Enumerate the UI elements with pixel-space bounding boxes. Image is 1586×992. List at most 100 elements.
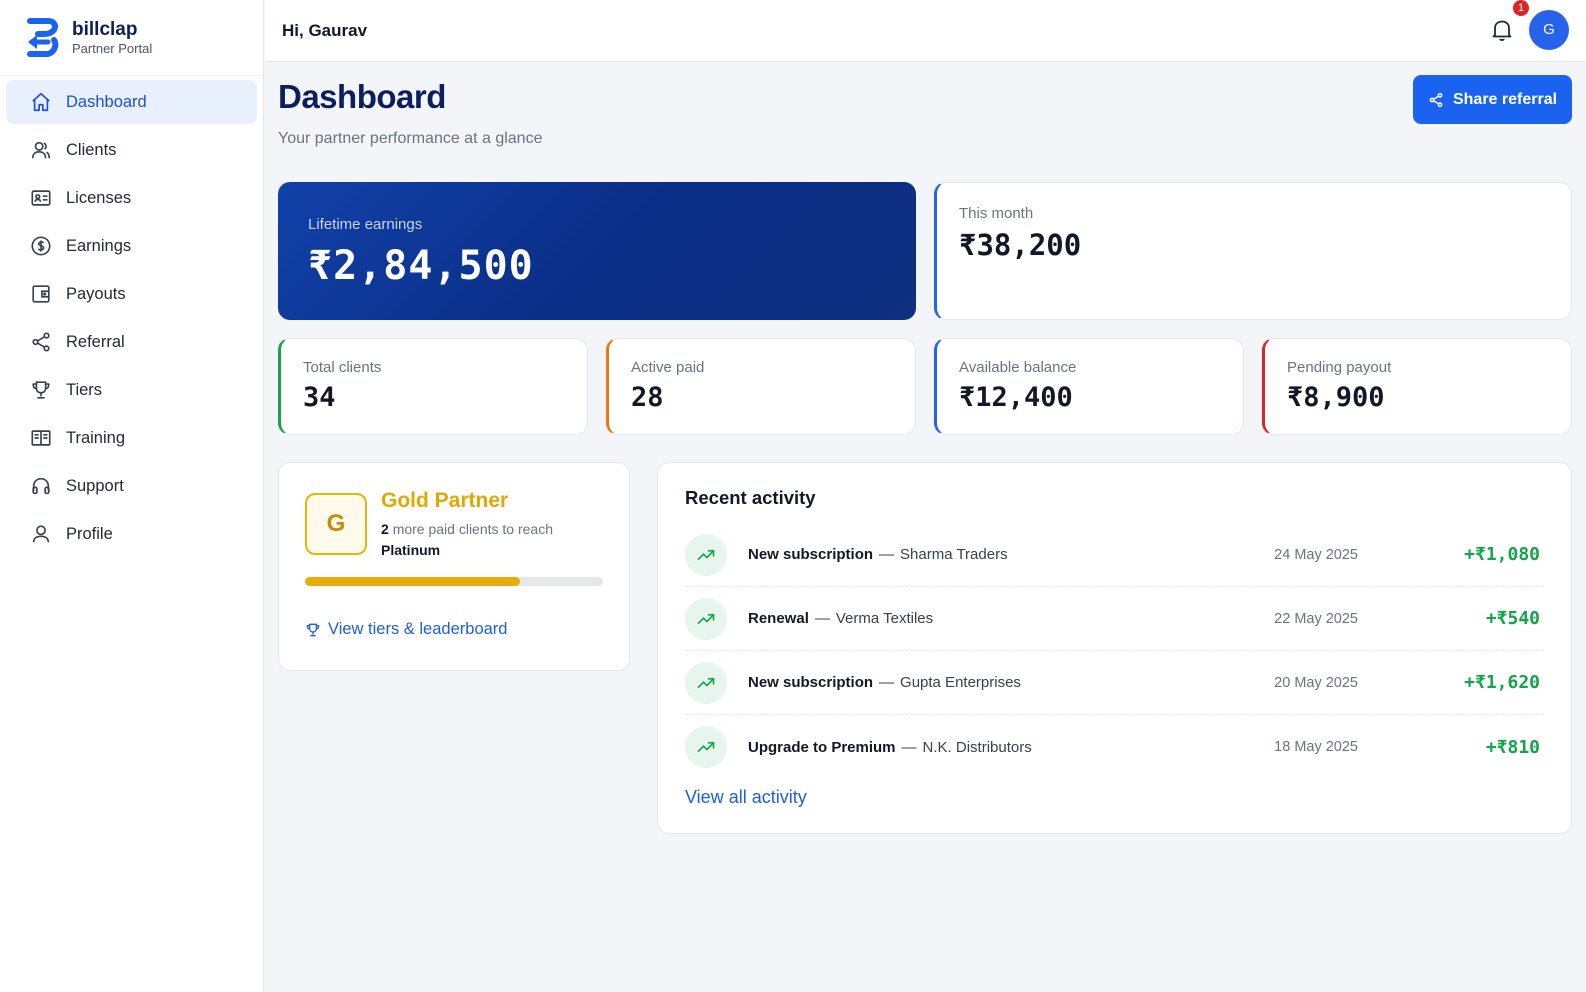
recent-activity-card: Recent activity New subscription — Sharm… — [657, 462, 1572, 834]
wallet-icon — [30, 283, 52, 305]
available-balance-card: Available balance ₹12,400 — [934, 338, 1244, 435]
lifetime-earnings-value: ₹2,84,500 — [308, 243, 534, 289]
activity-type: New subscription — [748, 546, 874, 563]
stat-label: Active paid — [631, 359, 705, 376]
users-icon — [30, 139, 52, 161]
activity-list: New subscription — Sharma Traders 24 May… — [685, 523, 1544, 779]
avatar[interactable]: G — [1529, 10, 1569, 50]
sidebar-item-referral[interactable]: Referral — [6, 320, 257, 364]
stat-value: ₹8,900 — [1287, 382, 1385, 413]
sidebar-item-label: Dashboard — [66, 92, 147, 111]
sidebar-item-label: Licenses — [66, 188, 132, 207]
activity-type: Renewal — [748, 610, 809, 627]
brand-subtitle: Partner Portal — [72, 40, 153, 56]
trending-up-icon — [685, 597, 727, 640]
activity-amount: +₹810 — [1485, 736, 1540, 758]
trophy-icon — [30, 379, 52, 401]
lifetime-earnings-label: Lifetime earnings — [308, 216, 423, 233]
stat-value: 28 — [631, 382, 664, 413]
trophy-icon — [306, 623, 320, 636]
trending-up-icon — [685, 533, 727, 576]
clients-needed: 2 — [381, 521, 389, 537]
sidebar-item-licenses[interactable]: Licenses — [6, 176, 257, 220]
sidebar-item-label: Earnings — [66, 236, 132, 255]
tier-name: Gold Partner — [381, 489, 509, 512]
activity-amount: +₹1,620 — [1464, 672, 1540, 693]
sidebar-item-dashboard[interactable]: Dashboard — [6, 80, 257, 124]
activity-separator: — — [814, 610, 830, 627]
brand-name: billclap — [72, 18, 138, 40]
sidebar-item-label: Training — [66, 428, 125, 447]
sidebar-item-earnings[interactable]: Earnings — [6, 224, 257, 268]
sidebar-nav: Dashboard Clients Licenses Earnings Payo… — [0, 76, 263, 564]
trending-up-icon — [685, 661, 727, 704]
activity-date: 18 May 2025 — [1274, 739, 1358, 755]
dollar-circle-icon — [30, 235, 52, 257]
topbar: Hi, Gaurav — [265, 0, 1586, 62]
activity-separator: — — [879, 674, 895, 691]
trending-up-icon — [685, 726, 727, 768]
sidebar-item-profile[interactable]: Profile — [6, 512, 257, 556]
billclap-logo-icon — [27, 17, 59, 57]
sidebar-item-training[interactable]: Training — [6, 416, 257, 460]
this-month-value: ₹38,200 — [959, 228, 1082, 262]
activity-separator: — — [901, 738, 917, 756]
view-tiers-label: View tiers & leaderboard — [328, 620, 508, 638]
share-icon — [30, 331, 52, 353]
activity-row[interactable]: Upgrade to Premium — N.K. Distributors 1… — [685, 715, 1544, 779]
recent-activity-title: Recent activity — [685, 487, 816, 508]
pending-payout-card: Pending payout ₹8,900 — [1262, 338, 1572, 435]
sidebar-item-label: Referral — [66, 332, 125, 351]
view-tiers-link[interactable]: View tiers & leaderboard — [305, 620, 507, 639]
total-clients-card: Total clients 34 — [278, 338, 588, 435]
share-icon — [1429, 92, 1443, 107]
sidebar-item-label: Support — [66, 476, 124, 495]
stat-label: Pending payout — [1287, 359, 1392, 376]
page-subtitle: Your partner performance at a glance — [278, 130, 543, 147]
view-all-activity-link[interactable]: View all activity — [685, 787, 807, 808]
share-referral-button[interactable]: Share referral — [1413, 75, 1572, 124]
tier-progress-rest: more paid clients to reach — [392, 521, 553, 537]
headphones-icon — [30, 475, 52, 497]
activity-row[interactable]: New subscription — Sharma Traders 24 May… — [685, 523, 1544, 587]
activity-row[interactable]: Renewal — Verma Textiles 22 May 2025 +₹5… — [685, 587, 1544, 651]
activity-type: New subscription — [748, 674, 874, 691]
activity-row[interactable]: New subscription — Gupta Enterprises 20 … — [685, 651, 1544, 715]
book-open-icon — [30, 427, 52, 449]
stat-label: Total clients — [303, 359, 382, 376]
greeting: Hi, Gaurav — [282, 20, 368, 40]
sidebar-item-payouts[interactable]: Payouts — [6, 272, 257, 316]
activity-amount: +₹1,080 — [1464, 544, 1540, 565]
this-month-card: This month ₹38,200 — [934, 182, 1572, 320]
sidebar-item-tiers[interactable]: Tiers — [6, 368, 257, 412]
stat-value: 34 — [303, 382, 336, 413]
share-referral-label: Share referral — [1452, 90, 1558, 108]
sidebar-item-clients[interactable]: Clients — [6, 128, 257, 172]
tier-badge: G — [305, 493, 367, 555]
activity-type: Upgrade to Premium — [748, 738, 896, 756]
home-icon — [30, 91, 52, 113]
activity-amount: +₹540 — [1485, 608, 1540, 629]
activity-client: Verma Textiles — [835, 610, 934, 627]
tier-progress-text: 2 more paid clients to reach — [381, 521, 553, 537]
activity-date: 20 May 2025 — [1274, 674, 1358, 691]
activity-client: Gupta Enterprises — [900, 674, 1021, 691]
activity-date: 22 May 2025 — [1274, 610, 1358, 627]
activity-client: N.K. Distributors — [922, 738, 1032, 756]
this-month-label: This month — [959, 205, 1034, 222]
sidebar-item-label: Profile — [66, 524, 113, 543]
activity-separator: — — [879, 546, 895, 563]
id-card-icon — [30, 187, 52, 209]
lifetime-earnings-card: Lifetime earnings ₹2,84,500 — [278, 182, 916, 320]
stat-label: Available balance — [959, 359, 1077, 376]
notification-badge: 1 — [1513, 0, 1529, 16]
next-tier-name: Platinum — [381, 542, 441, 558]
sidebar-item-label: Clients — [66, 140, 117, 159]
active-paid-card: Active paid 28 — [606, 338, 916, 435]
sidebar-item-label: Tiers — [66, 380, 103, 399]
bell-icon[interactable] — [1490, 17, 1514, 43]
page-title: Dashboard — [278, 78, 446, 115]
tier-card: G Gold Partner 2 more paid clients to re… — [278, 462, 630, 671]
brand[interactable]: billclap Partner Portal — [0, 0, 263, 76]
sidebar-item-support[interactable]: Support — [6, 464, 257, 508]
